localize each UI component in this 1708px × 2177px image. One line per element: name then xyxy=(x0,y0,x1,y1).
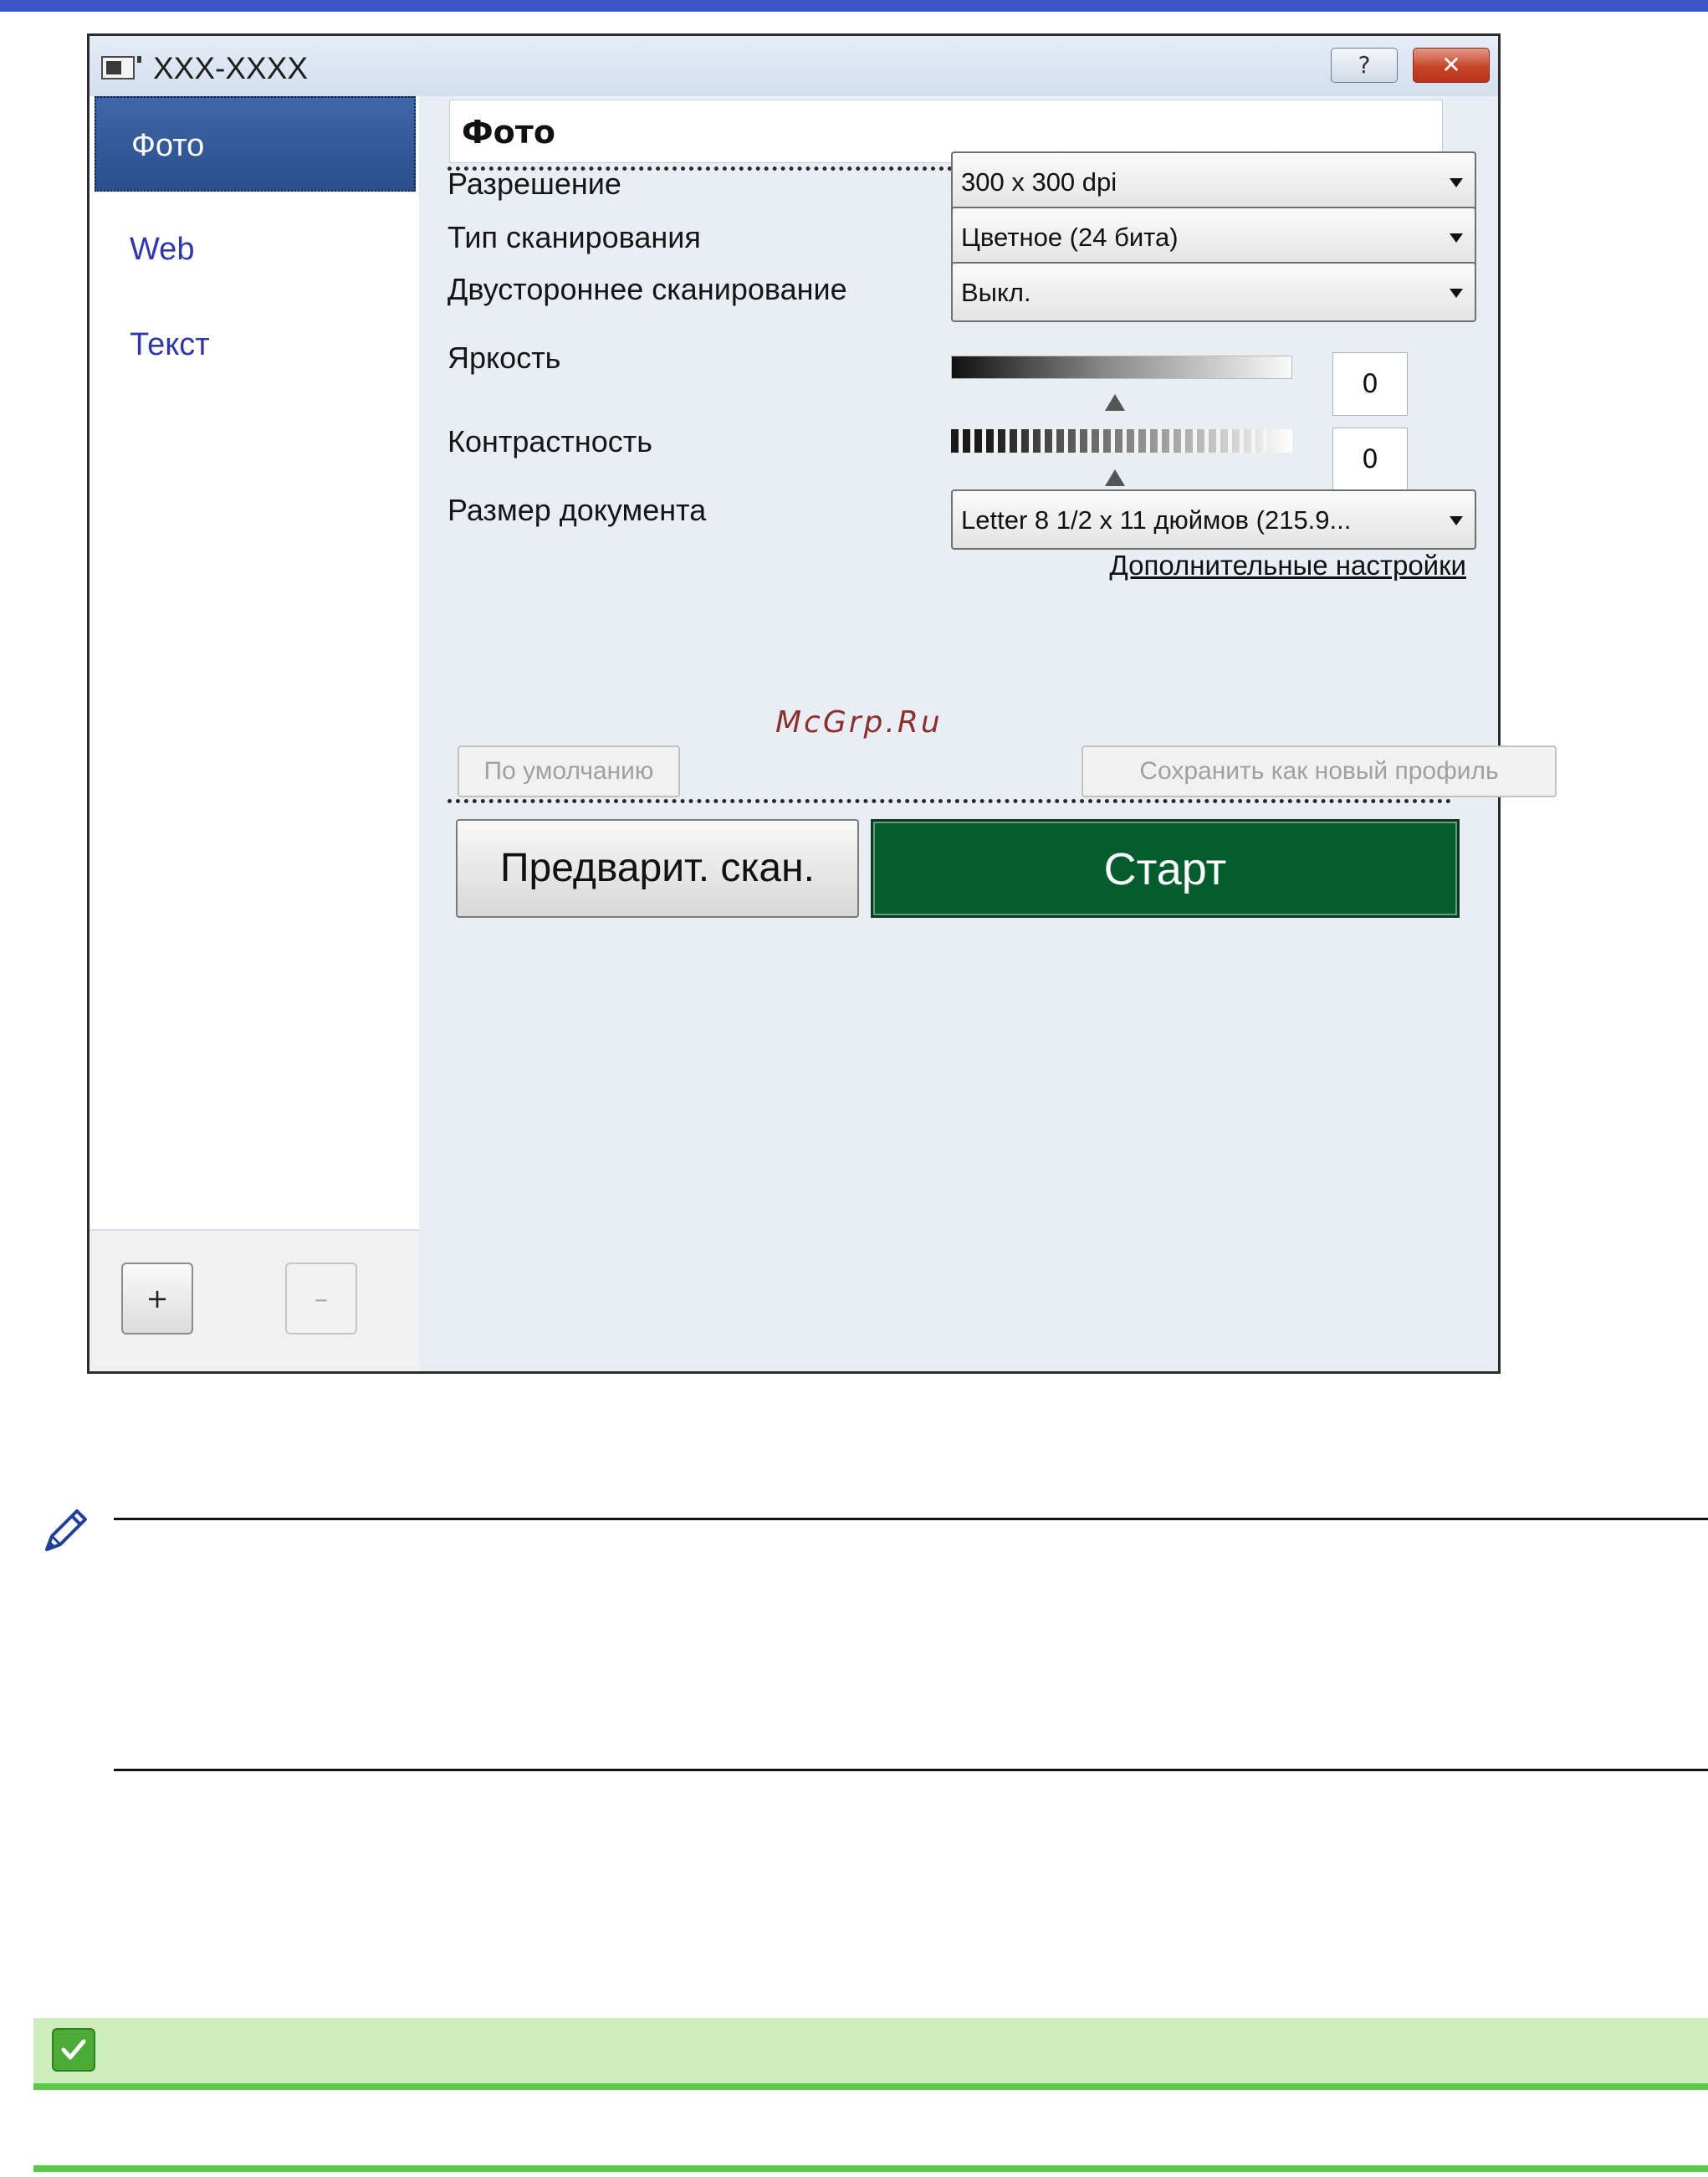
brightness-slider-thumb[interactable] xyxy=(1105,394,1125,411)
checkmark-icon xyxy=(52,2028,95,2072)
document-size-select[interactable]: Letter 8 1/2 x 11 дюймов (215.9... xyxy=(951,489,1476,550)
brightness-slider-track[interactable] xyxy=(951,356,1292,379)
scan-type-select[interactable]: Цветное (24 бита) xyxy=(951,207,1476,267)
settings-panel: Фото Разрешение 300 x 300 dpi Тип сканир… xyxy=(419,96,1557,1371)
resolution-select[interactable]: 300 x 300 dpi xyxy=(951,151,1476,212)
add-profile-button[interactable]: + xyxy=(121,1263,193,1334)
duplex-label: Двустороннее сканирование xyxy=(447,272,847,306)
chevron-down-icon xyxy=(1450,178,1463,187)
save-profile-button[interactable]: Сохранить как новый профиль xyxy=(1082,745,1557,797)
resolution-value: 300 x 300 dpi xyxy=(961,167,1117,197)
profile-sidebar: Фото Web Текст + – xyxy=(89,96,421,1371)
title-bar: XXX-XXXX ? ✕ xyxy=(89,36,1498,97)
top-accent-bar xyxy=(0,0,1708,12)
sidebar-item-text[interactable]: Текст xyxy=(95,297,416,392)
remove-profile-button[interactable]: – xyxy=(285,1263,357,1334)
brightness-value-field[interactable]: 0 xyxy=(1332,352,1408,416)
check-section-rule xyxy=(33,2165,1708,2172)
duplex-value: Выкл. xyxy=(961,278,1031,307)
contrast-slider-track[interactable] xyxy=(951,429,1292,453)
check-section-header xyxy=(33,2018,1708,2090)
sidebar-footer: + – xyxy=(89,1229,419,1371)
contrast-slider-thumb[interactable] xyxy=(1105,469,1125,486)
close-button[interactable]: ✕ xyxy=(1413,48,1490,83)
contrast-label: Контрастность xyxy=(447,424,653,458)
resolution-label: Разрешение xyxy=(447,166,621,201)
brightness-label: Яркость xyxy=(447,341,561,375)
pencil-icon xyxy=(45,1509,87,1551)
chevron-down-icon xyxy=(1450,516,1463,525)
help-button[interactable]: ? xyxy=(1331,48,1398,83)
contrast-value-field[interactable]: 0 xyxy=(1332,428,1408,491)
note-top-rule xyxy=(114,1518,1708,1520)
advanced-settings-link[interactable]: Дополнительные настройки xyxy=(1070,550,1466,581)
duplex-select[interactable]: Выкл. xyxy=(951,262,1476,322)
scan-settings-dialog: XXX-XXXX ? ✕ Фото Web Текст + – Фото Раз… xyxy=(87,33,1557,1374)
note-bottom-rule xyxy=(114,1769,1708,1771)
scan-type-label: Тип сканирования xyxy=(447,220,701,254)
document-size-label: Размер документа xyxy=(447,493,707,527)
watermark-text: McGrp.Ru xyxy=(775,705,943,740)
chevron-down-icon xyxy=(1450,233,1463,243)
preview-scan-button[interactable]: Предварит. скан. xyxy=(456,819,859,918)
defaults-button[interactable]: По умолчанию xyxy=(458,745,680,797)
chevron-down-icon xyxy=(1450,289,1463,298)
divider-bottom xyxy=(447,799,1451,803)
sidebar-item-web[interactable]: Web xyxy=(95,202,416,297)
scanner-app-icon xyxy=(101,56,141,79)
start-button[interactable]: Старт xyxy=(871,819,1460,918)
sidebar-item-photo[interactable]: Фото xyxy=(95,96,416,192)
window-title: XXX-XXXX xyxy=(153,51,309,85)
scan-type-value: Цветное (24 бита) xyxy=(961,223,1179,252)
document-size-value: Letter 8 1/2 x 11 дюймов (215.9... xyxy=(961,505,1352,535)
